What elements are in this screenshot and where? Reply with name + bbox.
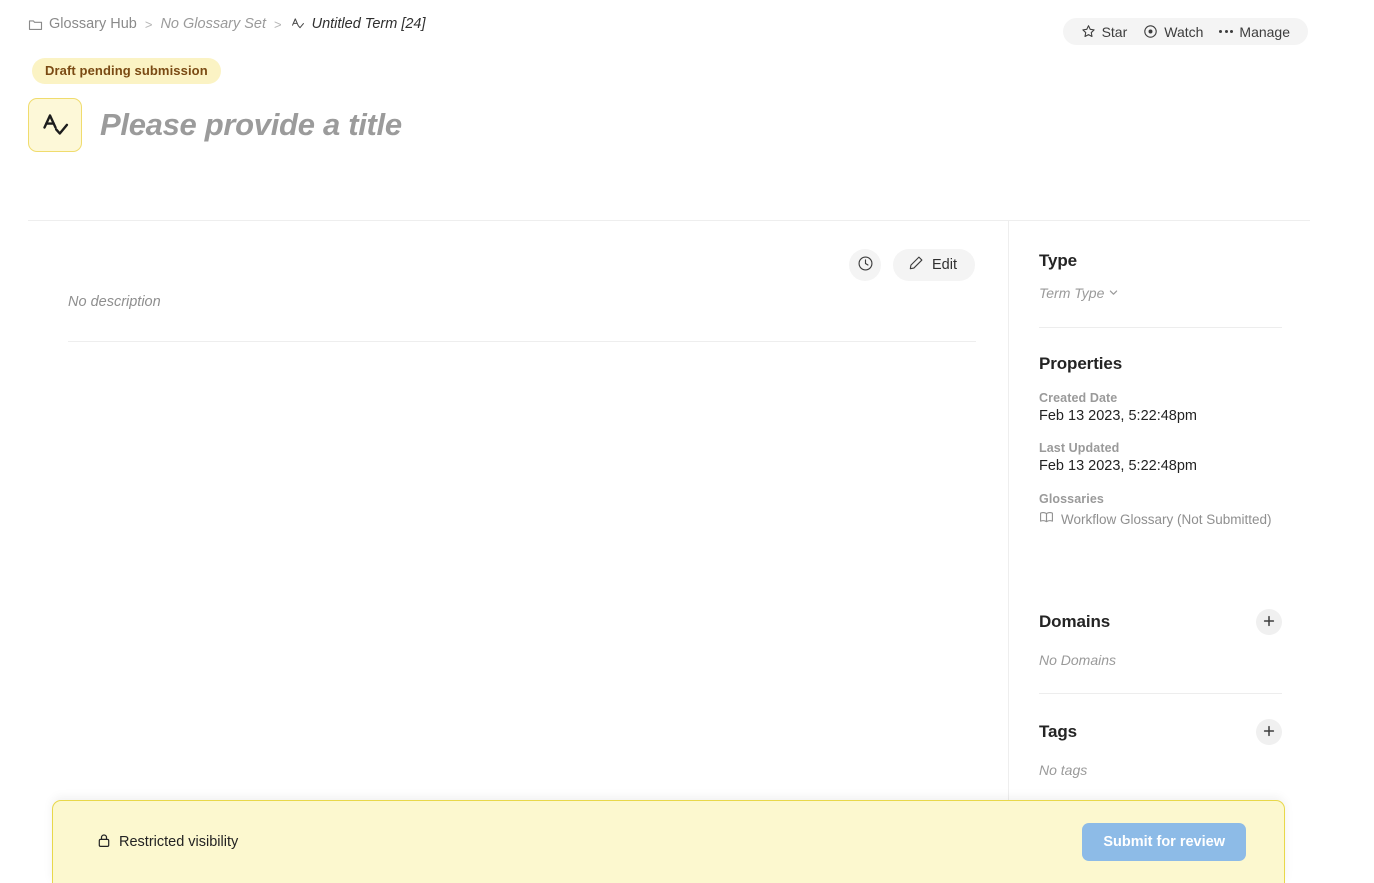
property-last-updated: Last Updated Feb 13 2023, 5:22:48pm — [1039, 441, 1282, 474]
documentation-panel: Edit No description — [0, 221, 1008, 805]
restricted-visibility-label: Restricted visibility — [119, 834, 239, 850]
breadcrumb-item-glossary-hub[interactable]: Glossary Hub — [28, 16, 137, 32]
title-row: Please provide a title — [28, 98, 1310, 152]
term-icon — [290, 16, 306, 32]
sidebar-section-domains: Domains No Domains — [1039, 609, 1282, 694]
domains-heading-row: Domains — [1039, 609, 1282, 635]
manage-label: Manage — [1239, 23, 1290, 40]
breadcrumb: Glossary Hub > No Glossary Set > Untitle… — [28, 16, 426, 32]
plus-icon — [1262, 614, 1276, 631]
type-select[interactable]: Term Type — [1039, 285, 1119, 301]
entity-header: Draft pending submission Please provide … — [0, 58, 1310, 152]
property-created-date: Created Date Feb 13 2023, 5:22:48pm — [1039, 391, 1282, 424]
property-glossaries: Glossaries Workflow Glossary (Not Submit… — [1039, 492, 1282, 530]
domains-heading: Domains — [1039, 612, 1111, 631]
watch-button[interactable]: Watch — [1135, 18, 1211, 45]
eye-icon — [1143, 24, 1158, 39]
sidebar-section-tags: Tags No tags — [1039, 719, 1282, 778]
domains-section-divider — [1039, 693, 1282, 694]
lock-icon — [97, 833, 111, 852]
status-badge: Draft pending submission — [32, 58, 221, 84]
properties-heading: Properties — [1039, 354, 1123, 373]
type-heading: Type — [1039, 251, 1078, 270]
edit-button[interactable]: Edit — [893, 249, 975, 281]
breadcrumb-label: No Glossary Set — [160, 16, 267, 32]
breadcrumb-label: Glossary Hub — [49, 16, 137, 32]
sidebar-section-type: Type Term Type — [1039, 251, 1282, 328]
top-bar: Glossary Hub > No Glossary Set > Untitle… — [0, 0, 1374, 58]
submission-banner: Restricted visibility Submit for review — [52, 800, 1285, 883]
tags-heading-row: Tags — [1039, 719, 1282, 745]
glossary-name: Workflow Glossary (Not Submitted) — [1061, 511, 1272, 527]
type-value: Term Type — [1039, 285, 1105, 301]
clock-icon — [857, 255, 874, 275]
watch-label: Watch — [1164, 23, 1204, 40]
chevron-down-icon — [1108, 285, 1119, 301]
domains-empty-text: No Domains — [1039, 652, 1117, 668]
star-icon — [1081, 24, 1096, 39]
manage-button[interactable]: Manage — [1211, 18, 1298, 45]
tags-empty-text: No tags — [1039, 762, 1088, 778]
breadcrumb-item-untitled-term[interactable]: Untitled Term [24] — [290, 16, 426, 32]
sidebar-section-properties: Properties Created Date Feb 13 2023, 5:2… — [1039, 354, 1282, 530]
description-placeholder[interactable]: No description — [68, 294, 161, 310]
type-section-divider — [1039, 327, 1282, 328]
restricted-visibility: Restricted visibility — [97, 833, 238, 852]
property-value: Feb 13 2023, 5:22:48pm — [1039, 408, 1198, 424]
breadcrumb-item-no-glossary-set[interactable]: No Glossary Set — [160, 16, 266, 32]
star-label: Star — [1101, 23, 1128, 40]
documentation-toolbar: Edit — [849, 249, 975, 281]
glossaries-label: Glossaries — [1039, 492, 1104, 506]
star-button[interactable]: Star — [1073, 18, 1136, 45]
details-sidebar: Type Term Type Properties Created Date F… — [1009, 221, 1310, 805]
glossary-link[interactable]: Workflow Glossary (Not Submitted) — [1039, 510, 1272, 528]
type-heading-row: Type — [1039, 251, 1282, 271]
breadcrumb-separator: > — [274, 16, 282, 32]
description-divider — [68, 341, 976, 342]
history-button[interactable] — [849, 249, 881, 281]
tags-heading: Tags — [1039, 722, 1078, 741]
property-label: Last Updated — [1039, 441, 1120, 455]
plus-icon — [1262, 724, 1276, 741]
breadcrumb-separator: > — [144, 16, 153, 32]
add-tag-button[interactable] — [1256, 719, 1282, 745]
term-detail-page: Glossary Hub > No Glossary Set > Untitle… — [0, 0, 1374, 883]
term-icon — [28, 98, 82, 152]
page-title: Please provide a title — [100, 107, 402, 142]
edit-label: Edit — [932, 257, 957, 273]
pencil-icon — [908, 255, 924, 275]
breadcrumb-label: Untitled Term [24] — [311, 16, 426, 32]
ellipsis-icon — [1219, 30, 1234, 33]
book-icon — [1039, 510, 1054, 528]
folder-icon — [28, 17, 43, 32]
property-value: Feb 13 2023, 5:22:48pm — [1039, 458, 1198, 474]
header-actions: Star Watch Manage — [1062, 18, 1308, 45]
submit-for-review-button[interactable]: Submit for review — [1082, 823, 1246, 861]
property-label: Created Date — [1039, 391, 1118, 405]
add-domain-button[interactable] — [1256, 609, 1282, 635]
